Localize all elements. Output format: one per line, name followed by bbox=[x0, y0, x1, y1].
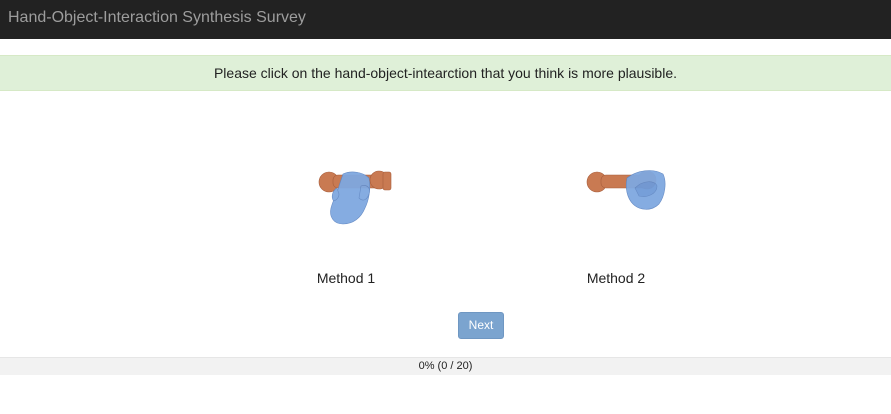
navbar: Hand-Object-Interaction Synthesis Survey bbox=[0, 0, 891, 39]
progress-bar: 0% (0 / 20) bbox=[0, 357, 891, 375]
instruction-banner: Please click on the hand-object-intearct… bbox=[0, 55, 891, 91]
survey-title: Hand-Object-Interaction Synthesis Survey bbox=[8, 9, 306, 26]
method-2-option[interactable]: Method 2 bbox=[541, 150, 691, 300]
progress-text: 0% (0 / 20) bbox=[418, 360, 473, 372]
hand-object-image[interactable] bbox=[271, 150, 421, 260]
method-2-label: Method 2 bbox=[586, 270, 646, 286]
method-1-label: Method 1 bbox=[316, 270, 376, 286]
method-1-option[interactable]: Method 1 bbox=[271, 150, 421, 300]
next-button[interactable]: Next bbox=[458, 312, 504, 339]
hand-object-image[interactable] bbox=[541, 150, 691, 260]
